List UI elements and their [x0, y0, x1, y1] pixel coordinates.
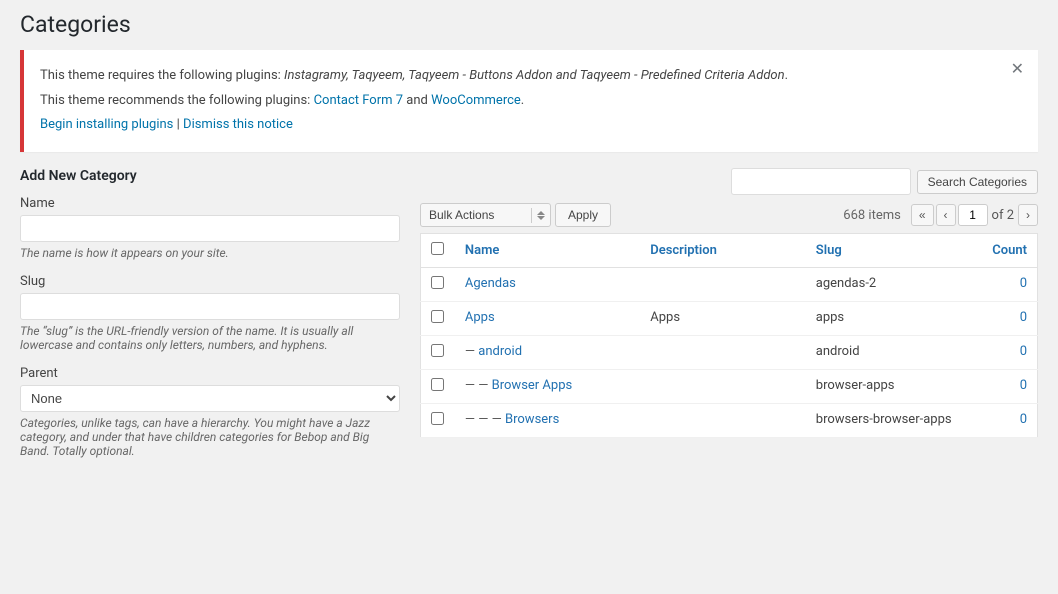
name-field: Name The name is how it appears on your … [20, 196, 400, 260]
category-name-link[interactable]: Browsers [505, 412, 559, 427]
page-number-input[interactable] [958, 204, 988, 226]
name-hint: The name is how it appears on your site. [20, 246, 400, 260]
notice-recommends-text: This theme recommends the following plug… [40, 91, 1022, 112]
slug-sort-link[interactable]: Slug [816, 243, 842, 258]
bulk-actions-select[interactable]: Bulk Actions [421, 204, 531, 226]
count-link[interactable]: 0 [1020, 378, 1027, 393]
count-link[interactable]: 0 [1020, 276, 1027, 291]
count-link[interactable]: 0 [1020, 412, 1027, 427]
add-category-panel: Add New Category Name The name is how it… [20, 168, 400, 472]
category-count: 0 [971, 404, 1037, 438]
bulk-actions-select-wrapper: Bulk Actions [420, 203, 551, 227]
table-row: — android android 0 [421, 336, 1038, 370]
count-link[interactable]: 0 [1020, 344, 1027, 359]
table-body: Agendasagendas-20AppsAppsapps0— androida… [421, 268, 1038, 438]
desc-sort-link[interactable]: Description [650, 243, 717, 258]
dismiss-notice-link[interactable]: Dismiss this notice [183, 117, 293, 132]
category-slug: browsers-browser-apps [806, 404, 972, 438]
category-slug: browser-apps [806, 370, 972, 404]
category-slug: android [806, 336, 972, 370]
woocommerce-link[interactable]: WooCommerce [431, 93, 521, 108]
next-page-button[interactable]: › [1018, 204, 1038, 226]
categories-table: Name Description Slug Count [420, 233, 1038, 438]
bulk-actions-bar: Bulk Actions Apply [420, 203, 611, 227]
of-pages: of 2 [992, 208, 1014, 223]
first-page-button[interactable]: « [911, 204, 934, 226]
items-count: 668 items [843, 208, 901, 223]
category-slug: apps [806, 302, 972, 336]
begin-installing-link[interactable]: Begin installing plugins [40, 117, 173, 132]
th-description[interactable]: Description [640, 234, 806, 268]
table-header-row: Name Description Slug Count [421, 234, 1038, 268]
parent-field: Parent None Categories, unlike tags, can… [20, 366, 400, 458]
row-checkbox[interactable] [431, 344, 444, 357]
slug-hint: The “slug” is the URL-friendly version o… [20, 324, 400, 352]
table-row: Agendas agendas-2 0 [421, 268, 1038, 302]
category-description [640, 404, 806, 438]
category-count: 0 [971, 302, 1037, 336]
th-count[interactable]: Count [971, 234, 1037, 268]
th-name[interactable]: Name [455, 234, 640, 268]
theme-notice: ✕ This theme requires the following plug… [20, 50, 1038, 152]
select-all-checkbox[interactable] [431, 242, 444, 255]
category-count: 0 [971, 370, 1037, 404]
name-sort-link[interactable]: Name [465, 243, 499, 258]
search-button[interactable]: Search Categories [917, 170, 1038, 194]
category-name-link[interactable]: android [478, 344, 522, 359]
name-label: Name [20, 196, 400, 211]
category-name-link[interactable]: Browser Apps [492, 378, 573, 393]
th-slug[interactable]: Slug [806, 234, 972, 268]
name-input[interactable] [20, 215, 400, 242]
indent-prefix: — [465, 344, 478, 359]
slug-input[interactable] [20, 293, 400, 320]
slug-label: Slug [20, 274, 400, 289]
search-box: Search Categories [731, 168, 1038, 195]
count-link[interactable]: 0 [1020, 310, 1027, 325]
table-row: AppsAppsapps0 [421, 302, 1038, 336]
search-input[interactable] [731, 168, 911, 195]
row-checkbox[interactable] [431, 378, 444, 391]
bulk-actions-arrows[interactable] [531, 208, 550, 223]
category-count: 0 [971, 268, 1037, 302]
row-checkbox[interactable] [431, 412, 444, 425]
add-category-heading: Add New Category [20, 168, 400, 184]
notice-required-text: This theme requires the following plugin… [40, 66, 1022, 87]
indent-prefix: — — [465, 378, 492, 393]
category-description [640, 336, 806, 370]
category-count: 0 [971, 336, 1037, 370]
row-checkbox[interactable] [431, 276, 444, 289]
category-description [640, 268, 806, 302]
categories-table-panel: Search Categories Bulk Actions A [420, 168, 1038, 438]
category-description [640, 370, 806, 404]
parent-label: Parent [20, 366, 400, 381]
page-title: Categories [20, 10, 1038, 40]
table-row: — — — Browsers browsers-browser-apps 0 [421, 404, 1038, 438]
category-name-link[interactable]: Apps [465, 310, 495, 325]
parent-select[interactable]: None [20, 385, 400, 412]
count-sort-link[interactable]: Count [992, 243, 1027, 258]
toolbar-top: Search Categories [420, 168, 1038, 195]
arrow-down-icon [537, 216, 545, 220]
category-description: Apps [640, 302, 806, 336]
prev-page-button[interactable]: ‹ [936, 204, 956, 226]
tablenav: Bulk Actions Apply 668 items « ‹ of 2 [420, 203, 1038, 227]
parent-hint: Categories, unlike tags, can have a hier… [20, 416, 400, 458]
th-checkbox [421, 234, 455, 268]
category-name-link[interactable]: Agendas [465, 276, 516, 291]
indent-prefix: — — — [465, 412, 505, 427]
category-slug: agendas-2 [806, 268, 972, 302]
contact-form-link[interactable]: Contact Form 7 [314, 93, 403, 108]
apply-button[interactable]: Apply [555, 203, 611, 227]
row-checkbox[interactable] [431, 310, 444, 323]
slug-field: Slug The “slug” is the URL-friendly vers… [20, 274, 400, 352]
pagination: 668 items « ‹ of 2 › [843, 204, 1038, 226]
notice-close-button[interactable]: ✕ [1007, 60, 1028, 80]
table-row: — — Browser Apps browser-apps 0 [421, 370, 1038, 404]
arrow-up-icon [537, 211, 545, 215]
notice-links: Begin installing plugins | Dismiss this … [40, 115, 1022, 136]
